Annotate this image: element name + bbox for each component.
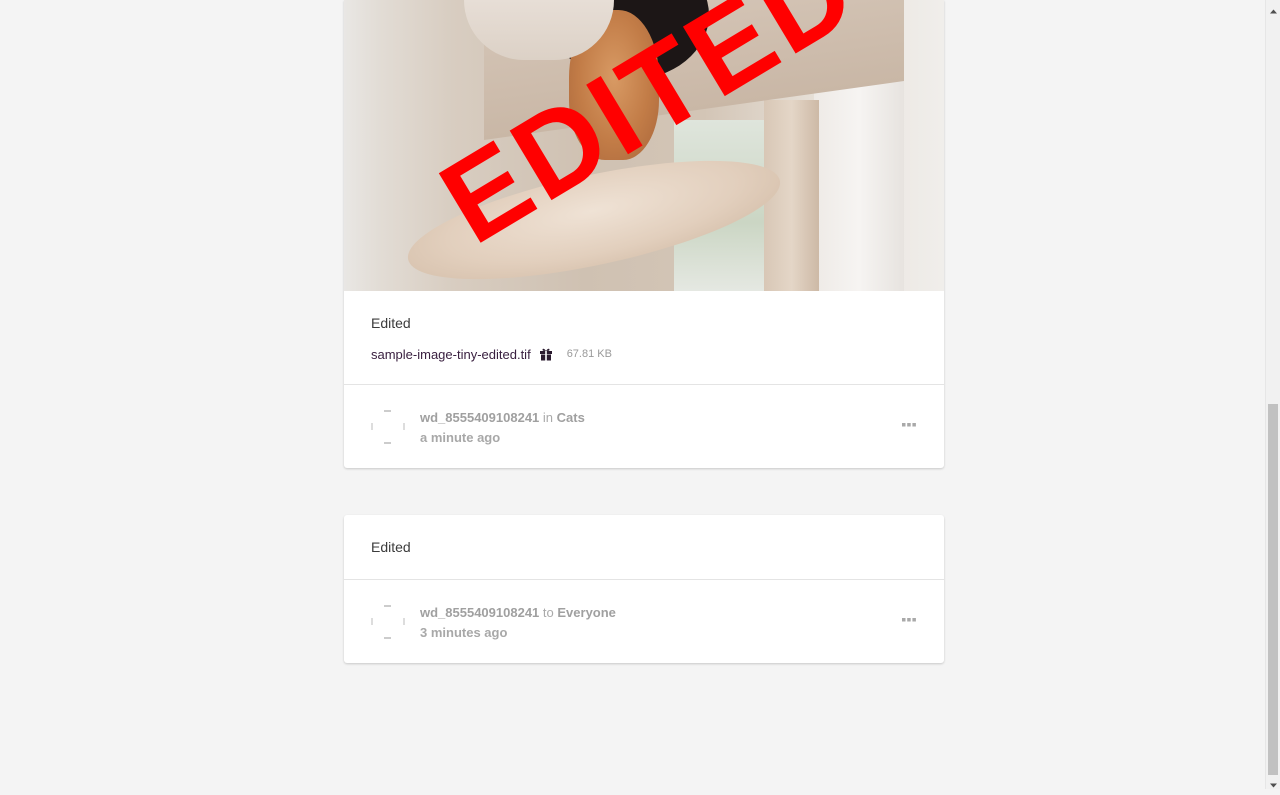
post-timestamp[interactable]: 3 minutes ago	[420, 623, 616, 643]
meta-connector: to	[542, 605, 554, 620]
post-title: Edited	[371, 539, 411, 555]
post-meta: wd_8555409108241 to Everyone 3 minutes a…	[344, 580, 944, 663]
post-title: Edited	[371, 315, 411, 331]
post-timestamp[interactable]: a minute ago	[420, 428, 585, 448]
post-card: Edited wd_8555409108241 to Everyone 3 mi…	[344, 515, 944, 663]
attachment-size: 67.81 KB	[566, 348, 612, 360]
post-image[interactable]: EDITED	[344, 0, 944, 291]
attachment-link[interactable]: sample-image-tiny-edited.tif	[371, 347, 531, 362]
author-link[interactable]: wd_8555409108241	[420, 410, 539, 425]
scroll-up-arrow-icon[interactable]	[1269, 3, 1278, 14]
meta-text: wd_8555409108241 in Cats a minute ago	[420, 408, 585, 448]
author-link[interactable]: wd_8555409108241	[420, 605, 539, 620]
audience-link[interactable]: Everyone	[557, 605, 616, 620]
ellipsis-icon[interactable]	[901, 612, 917, 622]
feed-viewport: EDITED Edited sample-image-tiny-edited.t…	[0, 0, 1265, 789]
meta-text: wd_8555409108241 to Everyone 3 minutes a…	[420, 603, 616, 643]
scrollbar-thumb[interactable]	[1268, 404, 1278, 775]
gift-icon[interactable]	[539, 347, 553, 361]
attachment-row: sample-image-tiny-edited.tif 67.81 KB	[371, 345, 917, 363]
avatar[interactable]	[371, 410, 405, 444]
group-link[interactable]: Cats	[557, 410, 585, 425]
avatar[interactable]	[371, 605, 405, 639]
vertical-scrollbar[interactable]	[1265, 0, 1280, 789]
scroll-down-arrow-icon[interactable]	[1269, 777, 1278, 788]
post-content: Edited sample-image-tiny-edited.tif 67.8…	[344, 291, 944, 385]
post-card: EDITED Edited sample-image-tiny-edited.t…	[344, 0, 944, 468]
meta-connector: in	[542, 410, 554, 425]
ellipsis-icon[interactable]	[901, 417, 917, 427]
post-content: Edited	[344, 515, 944, 580]
post-meta: wd_8555409108241 in Cats a minute ago	[344, 385, 944, 468]
